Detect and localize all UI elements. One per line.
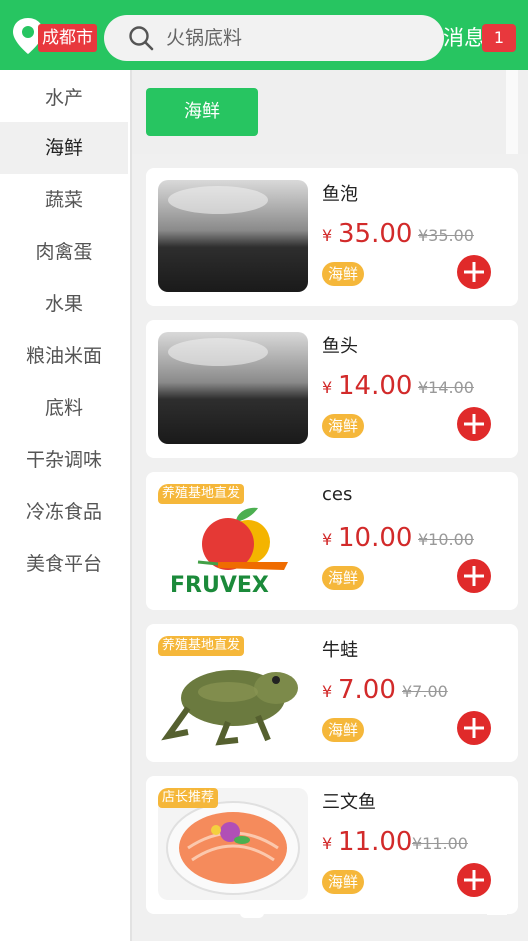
product-card[interactable]: 鱼泡 ¥ 35.00 ¥35.00 海鲜 xyxy=(146,168,518,306)
add-to-cart-icon[interactable] xyxy=(456,254,492,290)
product-image[interactable]: FRUVEX 养殖基地直发 xyxy=(158,484,308,596)
product-image[interactable] xyxy=(158,332,308,444)
sidebar-item-vegetables[interactable]: 蔬菜 xyxy=(0,174,128,226)
product-image[interactable]: 店长推荐 xyxy=(158,788,308,900)
category-tag: 海鲜 xyxy=(322,262,365,286)
product-name: 鱼头 xyxy=(322,336,358,357)
sidebar-item-meat-poultry-eggs[interactable]: 肉禽蛋 xyxy=(0,226,128,278)
page-indicator xyxy=(240,908,264,918)
share-icon[interactable] xyxy=(482,890,512,920)
product-price: 11.00 xyxy=(338,827,413,857)
subcategory-chip[interactable]: 海鲜 xyxy=(146,88,258,136)
subcategory-bar: 海鲜 xyxy=(132,70,528,154)
search-placeholder: 火锅底料 xyxy=(166,27,243,49)
category-tag: 海鲜 xyxy=(322,718,365,742)
search-bar[interactable]: 火锅底料 xyxy=(104,15,444,61)
add-to-cart-icon[interactable] xyxy=(456,710,492,746)
currency-symbol: ¥ xyxy=(322,378,333,397)
sidebar-item-fruit[interactable]: 水果 xyxy=(0,278,128,330)
product-card[interactable]: 店长推荐 三文鱼 ¥ 11.00 ¥11.00 海鲜 xyxy=(146,776,518,914)
original-price: ¥35.00 xyxy=(418,226,474,245)
currency-symbol: ¥ xyxy=(322,530,333,549)
product-card[interactable]: FRUVEX 养殖基地直发 ces ¥ 10.00 ¥10.00 海鲜 xyxy=(146,472,518,610)
product-price: 7.00 xyxy=(338,675,396,705)
product-name: 鱼泡 xyxy=(322,184,358,205)
original-price: ¥11.00 xyxy=(412,834,468,853)
add-to-cart-icon[interactable] xyxy=(456,406,492,442)
top-bar: 成都市 火锅底料 消息 1 xyxy=(0,0,528,70)
product-panel: 海鲜 鱼泡 ¥ 35.00 ¥35.00 海鲜 鱼头 ¥ 14.00 ¥14.0… xyxy=(130,70,528,941)
sidebar-item-dry-seasoning[interactable]: 干杂调味 xyxy=(0,434,128,486)
original-price: ¥14.00 xyxy=(418,378,474,397)
scrollbar[interactable] xyxy=(506,70,518,154)
currency-symbol: ¥ xyxy=(322,834,333,853)
category-tag: 海鲜 xyxy=(322,414,365,438)
product-badge: 养殖基地直发 xyxy=(158,484,245,504)
product-name: 牛蛙 xyxy=(322,640,358,661)
original-price: ¥10.00 xyxy=(418,530,474,549)
category-tag: 海鲜 xyxy=(322,870,365,894)
product-name: 三文鱼 xyxy=(322,792,376,813)
city-selector[interactable]: 成都市 xyxy=(38,24,97,52)
message-count-badge: 1 xyxy=(482,24,516,52)
sidebar-item-food-platform[interactable]: 美食平台 xyxy=(0,538,128,590)
product-price: 35.00 xyxy=(338,219,413,249)
messages-link[interactable]: 消息 xyxy=(443,22,485,54)
product-card[interactable]: 鱼头 ¥ 14.00 ¥14.00 海鲜 xyxy=(146,320,518,458)
category-tag: 海鲜 xyxy=(322,566,365,590)
sidebar-item-frozen-food[interactable]: 冷冻食品 xyxy=(0,486,128,538)
currency-symbol: ¥ xyxy=(322,682,333,701)
product-price: 14.00 xyxy=(338,371,413,401)
category-sidebar: 水产 海鲜 蔬菜 肉禽蛋 水果 粮油米面 底料 干杂调味 冷冻食品 美食平台 xyxy=(0,70,130,941)
product-price: 10.00 xyxy=(338,523,413,553)
product-name: ces xyxy=(322,484,353,505)
search-icon xyxy=(129,26,154,51)
sidebar-item-hotpot-base[interactable]: 底料 xyxy=(0,382,128,434)
product-badge: 店长推荐 xyxy=(158,788,219,808)
sidebar-item-grain-oil[interactable]: 粮油米面 xyxy=(0,330,128,382)
product-card[interactable]: 养殖基地直发 牛蛙 ¥ 7.00 ¥7.00 海鲜 xyxy=(146,624,518,762)
product-image[interactable] xyxy=(158,180,308,292)
original-price: ¥7.00 xyxy=(402,682,448,701)
svg-text:FRUVEX: FRUVEX xyxy=(170,573,269,596)
sidebar-item-seafood[interactable]: 海鲜 xyxy=(0,122,128,174)
product-image[interactable]: 养殖基地直发 xyxy=(158,636,308,748)
sidebar-item-aquatic[interactable]: 水产 xyxy=(0,72,128,124)
add-to-cart-icon[interactable] xyxy=(456,558,492,594)
currency-symbol: ¥ xyxy=(322,226,333,245)
product-badge: 养殖基地直发 xyxy=(158,636,245,656)
